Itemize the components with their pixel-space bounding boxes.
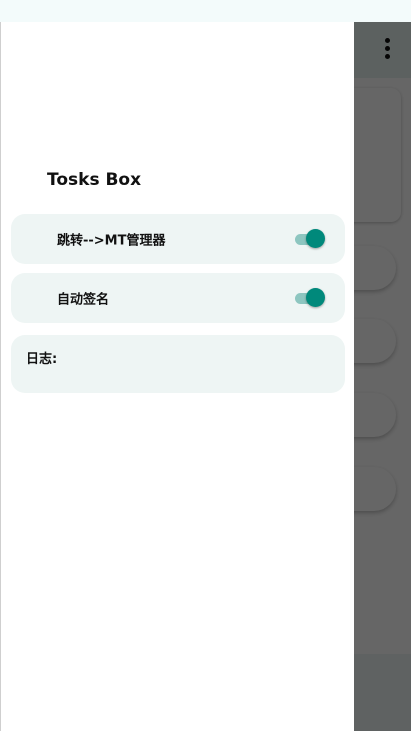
setting-label: 跳转-->MT管理器 (57, 233, 166, 249)
log-label: 日志: (26, 352, 58, 367)
switch-thumb (306, 288, 325, 307)
switch-thumb (306, 229, 325, 248)
mt-manager-switch[interactable] (295, 229, 325, 249)
setting-label: 自动签名 (57, 292, 110, 308)
setting-auto-sign[interactable]: 自动签名 (11, 273, 345, 323)
drawer-title: Tosks Box (47, 170, 142, 190)
auto-sign-switch[interactable] (295, 288, 325, 308)
status-bar (0, 0, 411, 22)
setting-mt-manager[interactable]: 跳转-->MT管理器 (11, 214, 345, 264)
navigation-drawer: Tosks Box 跳转-->MT管理器 自动签名 日志: (0, 22, 354, 731)
log-panel: 日志: (11, 335, 345, 393)
